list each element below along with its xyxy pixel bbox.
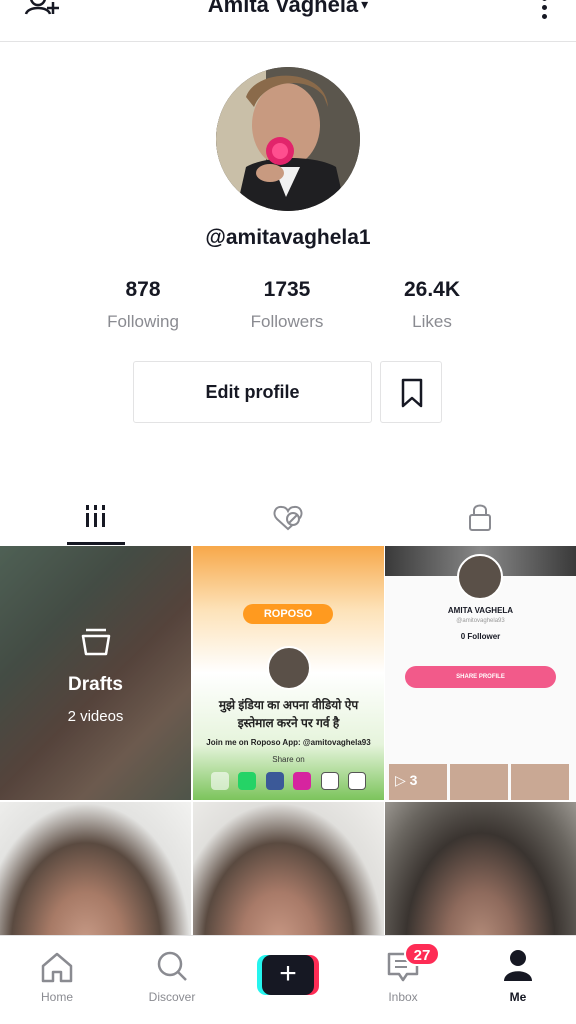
nav-inbox-label: Inbox [388,990,418,1004]
card-share-button: SHARE PROFILE [405,666,556,688]
inbox-badge: 27 [404,942,440,966]
stat-likes[interactable]: 26.4K Likes [362,278,502,332]
drafts-label: Drafts [68,674,123,695]
followers-label: Followers [250,312,324,331]
video-tile-profile-card[interactable]: AMITA VAGHELA @amitovaghela93 0 Follower… [385,546,576,800]
nav-discover[interactable]: Discover [122,936,222,1016]
nav-discover-label: Discover [148,990,196,1004]
grid-icon [86,505,105,527]
roposo-logo: ROPOSO [243,604,333,624]
tab-private[interactable] [384,495,576,545]
profile-icon [504,950,532,981]
drafts-box-icon [81,628,111,656]
roposo-join-text: Join me on Roposo App: @amitovaghela93 [206,738,371,747]
following-count: 878 [125,278,161,301]
favorites-button[interactable] [380,361,442,423]
search-icon [157,951,187,981]
roposo-share-icons [211,772,371,792]
plus-icon: + [262,955,314,995]
roposo-share-on: Share on [272,755,305,764]
create-button[interactable]: + [257,955,319,995]
hidden-heart-icon [273,505,303,531]
home-icon [41,952,73,983]
card-avatar [457,554,503,600]
profile-title[interactable]: Amita Vaghela ▾ [0,0,576,18]
bottom-nav: Home Discover + Inbox 27 Me [0,935,576,1024]
tab-liked[interactable] [192,495,384,545]
stat-following[interactable]: 878 Following [73,278,213,332]
roposo-hindi-text: मुझे इंडिया का अपना वीडियो ऐप इस्तेमाल क… [218,698,359,730]
nav-home-label: Home [40,990,73,1004]
card-play-count: ▷ 3 [395,772,418,788]
avatar[interactable] [216,67,360,211]
nav-me[interactable]: Me [468,936,568,1016]
instagram-icon [293,772,312,790]
copy-icon [320,772,339,790]
video-tile-roposo[interactable]: ROPOSO मुझे इंडिया का अपना वीडियो ऐप इस्… [193,546,384,800]
download-icon [348,772,367,790]
nav-home[interactable]: Home [7,936,107,1016]
drafts-tile[interactable]: Drafts 2 videos [0,546,191,800]
profile-title-text: Amita Vaghela [207,0,359,17]
card-name: AMITA VAGHELA [447,606,514,615]
roposo-avatar [267,646,311,690]
stat-followers[interactable]: 1735 Followers [217,278,357,332]
edit-profile-button[interactable]: Edit profile [133,361,372,423]
more-options-icon[interactable] [540,0,548,19]
tab-videos[interactable] [0,495,192,545]
bookmark-icon [401,378,423,408]
likes-count: 26.4K [403,278,461,301]
likes-label: Likes [412,312,452,331]
whatsapp-icon [238,772,257,790]
chevron-down-icon: ▾ [361,0,369,12]
profile-tabs [0,495,576,545]
username-handle: @amitavaghela1 [205,226,371,249]
followers-count: 1735 [263,278,311,301]
play-icon [211,772,229,790]
top-bar: Amita Vaghela ▾ [0,0,576,42]
nav-me-label: Me [509,990,527,1004]
active-tab-indicator [67,542,125,545]
card-followers: 0 Follower [460,632,501,641]
lock-icon [469,504,491,531]
video-grid: Drafts 2 videos ROPOSO मुझे इंडिया का अप… [0,546,576,1024]
following-label: Following [107,312,179,331]
card-username: @amitovaghela93 [456,618,505,624]
drafts-count: 2 videos [67,708,124,725]
facebook-icon [265,772,284,790]
